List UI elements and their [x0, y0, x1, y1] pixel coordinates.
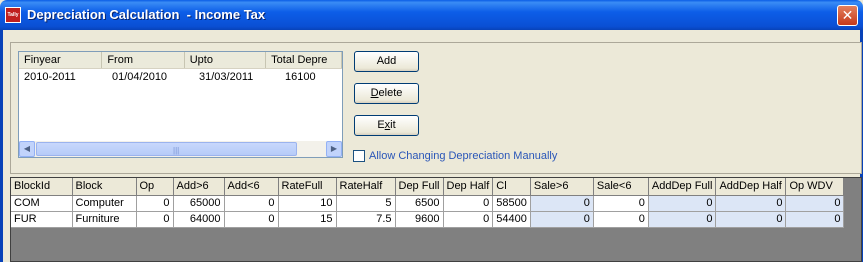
grid-header-sale-gt6[interactable]: Sale>6	[530, 178, 594, 196]
grid-header-op-wdv[interactable]: Op WDV	[785, 178, 845, 196]
table-cell[interactable]: 64000	[173, 211, 225, 228]
table-cell[interactable]: 0	[136, 211, 174, 228]
window-title: Depreciation Calculation - Income Tax	[27, 7, 266, 22]
table-cell[interactable]: 65000	[173, 195, 225, 212]
table-cell[interactable]: FUR	[11, 211, 73, 228]
grid-header-block[interactable]: Block	[72, 178, 137, 196]
table-cell[interactable]: 0	[443, 211, 494, 228]
list-item[interactable]: 2010-2011 01/04/2010 31/03/2011 16100	[19, 70, 342, 85]
table-cell[interactable]: 0	[530, 195, 594, 212]
table-cell[interactable]: 0	[785, 211, 845, 228]
table-cell[interactable]: 0	[224, 195, 279, 212]
table-cell[interactable]: 15	[278, 211, 337, 228]
column-header-total-depre[interactable]: Total Depre	[266, 52, 342, 68]
table-cell[interactable]: 0	[648, 195, 717, 212]
grid-header-ratefull[interactable]: RateFull	[278, 178, 337, 196]
column-header-upto[interactable]: Upto	[185, 52, 267, 68]
list-header: Finyear From Upto Total Depre	[19, 52, 342, 69]
grid-header-adddep-half[interactable]: AddDep Half	[715, 178, 787, 196]
add-button[interactable]: Add	[354, 51, 419, 72]
scroll-thumb[interactable]: |||	[36, 142, 297, 156]
table-cell[interactable]: 0	[530, 211, 594, 228]
exit-label-end: it	[390, 119, 396, 131]
depreciation-grid[interactable]: BlockId Block Op Add>6 Add<6 RateFull Ra…	[10, 177, 862, 262]
table-cell[interactable]: 0	[715, 211, 787, 228]
table-cell[interactable]: Furniture	[72, 211, 137, 228]
table-row[interactable]: FUR Furniture 0 64000 0 15 7.5 9600 0 54…	[11, 211, 845, 228]
title-bar[interactable]: Tally Depreciation Calculation - Income …	[0, 0, 863, 30]
table-cell[interactable]: 6500	[395, 195, 444, 212]
grid-header-op[interactable]: Op	[136, 178, 174, 196]
from-cell: 01/04/2010	[112, 71, 168, 83]
horizontal-scrollbar[interactable]: ◀ ||| ▶	[19, 141, 342, 157]
total-depre-cell: 16100	[285, 71, 316, 83]
delete-label: elete	[378, 87, 403, 99]
column-header-from[interactable]: From	[102, 52, 185, 68]
grid-header-sale-lt6[interactable]: Sale<6	[593, 178, 649, 196]
app-icon[interactable]: Tally	[5, 7, 21, 23]
table-cell[interactable]: 58500	[492, 195, 531, 212]
allow-manual-label[interactable]: Allow Changing Depreciation Manually	[369, 150, 557, 162]
grid-header-ratehalf[interactable]: RateHalf	[336, 178, 396, 196]
grid-header-dep-half[interactable]: Dep Half	[443, 178, 494, 196]
table-cell[interactable]: 0	[136, 195, 174, 212]
grid-header-add-lt6[interactable]: Add<6	[224, 178, 279, 196]
table-cell[interactable]: 0	[785, 195, 845, 212]
grid-header-row: BlockId Block Op Add>6 Add<6 RateFull Ra…	[11, 178, 845, 196]
table-cell[interactable]: 5	[336, 195, 396, 212]
table-cell[interactable]: 0	[593, 211, 649, 228]
grid-header-adddep-full[interactable]: AddDep Full	[648, 178, 717, 196]
table-cell[interactable]: 7.5	[336, 211, 396, 228]
table-cell[interactable]: 0	[593, 195, 649, 212]
grid-header-dep-full[interactable]: Dep Full	[395, 178, 444, 196]
financial-year-list[interactable]: Finyear From Upto Total Depre 2010-2011 …	[18, 51, 343, 158]
scroll-grip-icon: |||	[173, 146, 180, 155]
table-cell[interactable]: 0	[648, 211, 717, 228]
table-cell[interactable]: 9600	[395, 211, 444, 228]
finyear-cell: 2010-2011	[24, 71, 76, 83]
table-cell[interactable]: 0	[715, 195, 787, 212]
table-cell[interactable]: 10	[278, 195, 337, 212]
delete-mnemonic: D	[370, 87, 379, 99]
delete-button[interactable]: Delete	[354, 83, 419, 104]
close-button[interactable]: ✕	[837, 5, 858, 26]
table-row[interactable]: COM Computer 0 65000 0 10 5 6500 0 58500…	[11, 195, 845, 212]
exit-label-start: E	[377, 119, 385, 131]
allow-manual-checkbox[interactable]	[353, 150, 365, 162]
grid-header-cl[interactable]: Cl	[492, 178, 531, 196]
table-cell[interactable]: Computer	[72, 195, 137, 212]
scroll-right-icon[interactable]: ▶	[326, 141, 342, 157]
exit-button[interactable]: Exit	[354, 115, 419, 136]
grid-header-blockid[interactable]: BlockId	[11, 178, 73, 196]
table-cell[interactable]: 0	[443, 195, 494, 212]
table-cell[interactable]: 0	[224, 211, 279, 228]
upto-cell: 31/03/2011	[199, 71, 254, 83]
table-cell[interactable]: 54400	[492, 211, 531, 228]
scroll-left-icon[interactable]: ◀	[19, 141, 35, 157]
column-header-finyear[interactable]: Finyear	[19, 52, 103, 68]
table-cell[interactable]: COM	[11, 195, 73, 212]
grid-header-add-gt6[interactable]: Add>6	[173, 178, 225, 196]
